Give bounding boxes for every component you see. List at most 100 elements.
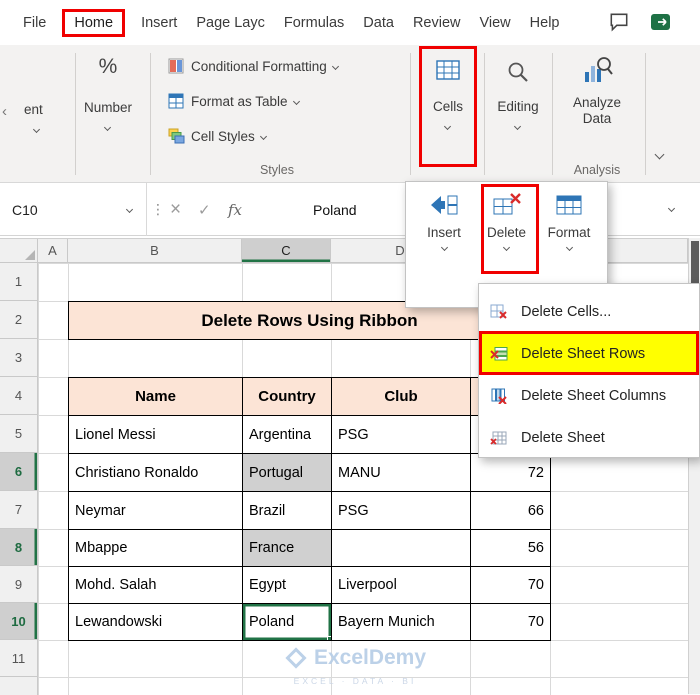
table-header-name[interactable]: Name <box>68 377 243 416</box>
cell-c9[interactable]: Egypt <box>242 566 332 604</box>
comment-icon[interactable] <box>608 11 630 38</box>
conditional-formatting-icon <box>168 58 184 74</box>
row-header-3[interactable]: 3 <box>0 339 38 377</box>
tab-help[interactable]: Help <box>527 11 563 35</box>
group-divider <box>150 53 151 175</box>
formula-input[interactable]: Poland <box>313 183 357 236</box>
cell-d5[interactable]: PSG <box>331 415 471 454</box>
active-cell-value: Poland <box>249 614 295 630</box>
group-divider <box>484 53 485 175</box>
collapsed-group-chevron: ‹ <box>2 103 7 120</box>
watermark-brand: ExcelDemy <box>313 646 427 669</box>
delete-sheet-icon <box>489 430 509 446</box>
menu-insert-button[interactable]: Insert <box>415 192 473 307</box>
insert-function-icon[interactable]: fx <box>228 183 242 236</box>
row-header-1[interactable]: 1 <box>0 263 38 301</box>
row-header-partial[interactable] <box>0 677 38 695</box>
delete-dropdown-menu: Delete Cells... Delete Sheet Rows Delete… <box>478 283 700 458</box>
cell-e10[interactable]: 70 <box>470 603 551 641</box>
chevron-down-icon <box>443 122 452 131</box>
editing-group-button[interactable]: Editing <box>491 99 545 114</box>
tab-view[interactable]: View <box>476 11 513 35</box>
tab-review[interactable]: Review <box>410 11 464 35</box>
tab-home[interactable]: Home <box>62 8 126 37</box>
enter-icon[interactable]: ✓ <box>198 183 211 236</box>
row-header-8[interactable]: 8 <box>0 529 38 566</box>
menu-item-delete-sheet-rows[interactable]: Delete Sheet Rows <box>479 333 699 375</box>
cell-e9[interactable]: 70 <box>470 566 551 604</box>
cell-d6[interactable]: MANU <box>331 453 471 492</box>
cell-b7[interactable]: Neymar <box>68 491 243 530</box>
table-header-country[interactable]: Country <box>242 377 332 416</box>
row-header-6[interactable]: 6 <box>0 453 38 491</box>
button-label: Insert <box>427 225 461 240</box>
more-options-icon[interactable]: ⋮ <box>151 183 165 236</box>
row-header-5[interactable]: 5 <box>0 415 38 453</box>
cell-c6[interactable]: Portugal <box>242 453 332 492</box>
menu-item-label: Delete Cells... <box>521 304 612 320</box>
cell-b5[interactable]: Lionel Messi <box>68 415 243 454</box>
cell-d8[interactable] <box>331 529 471 567</box>
percent-icon[interactable]: % <box>94 55 122 79</box>
cell-c7[interactable]: Brazil <box>242 491 332 530</box>
cell-d7[interactable]: PSG <box>331 491 471 530</box>
cell-styles-icon <box>168 128 185 144</box>
cells-group-button[interactable]: Cells <box>420 99 476 114</box>
conditional-formatting-button[interactable]: Conditional Formatting <box>168 58 339 74</box>
cell-b10[interactable]: Lewandowski <box>68 603 243 641</box>
menu-item-delete-sheet-columns[interactable]: Delete Sheet Columns <box>479 375 699 417</box>
row-header-10[interactable]: 10 <box>0 603 38 640</box>
column-header-a[interactable]: A <box>38 239 68 263</box>
tab-formulas[interactable]: Formulas <box>281 11 347 35</box>
cell-e8[interactable]: 56 <box>470 529 551 567</box>
collapse-ribbon-chevron-icon[interactable] <box>654 149 665 160</box>
cell-e7[interactable]: 66 <box>470 491 551 530</box>
share-icon[interactable] <box>650 11 674 38</box>
select-all-corner[interactable] <box>0 239 38 263</box>
cell-c8[interactable]: France <box>242 529 332 567</box>
menu-item-label: Delete Sheet Columns <box>521 388 667 404</box>
chevron-down-icon <box>103 123 112 132</box>
select-all-triangle-icon <box>25 250 35 260</box>
format-as-table-button[interactable]: Format as Table <box>168 93 300 109</box>
name-box-value: C10 <box>12 201 38 218</box>
cell-c10-active[interactable]: Poland <box>242 603 332 641</box>
cell-c5[interactable]: Argentina <box>242 415 332 454</box>
number-group-button[interactable]: Number <box>80 100 136 115</box>
chevron-down-icon <box>331 62 339 70</box>
menu-item-delete-sheet[interactable]: Delete Sheet <box>479 417 699 459</box>
button-label: Format as Table <box>191 93 288 109</box>
alignment-group-partial-label[interactable]: ent <box>24 102 43 117</box>
column-header-b[interactable]: B <box>68 239 242 263</box>
format-cells-icon <box>556 195 582 215</box>
row-header-11[interactable]: 11 <box>0 640 38 677</box>
table-header-club[interactable]: Club <box>331 377 471 416</box>
row-header-4[interactable]: 4 <box>0 377 38 415</box>
row-header-7[interactable]: 7 <box>0 491 38 529</box>
name-box[interactable]: C10 <box>0 183 147 236</box>
delete-cells-icon <box>493 193 521 215</box>
styles-group-label: Styles <box>259 163 295 177</box>
cell-styles-button[interactable]: Cell Styles <box>168 128 267 144</box>
tab-file[interactable]: File <box>20 11 49 35</box>
row-header-2[interactable]: 2 <box>0 301 38 339</box>
column-header-c[interactable]: C <box>242 239 331 263</box>
analyze-data-button[interactable]: Analyze Data <box>566 95 628 127</box>
cancel-icon[interactable]: × <box>170 183 181 236</box>
tab-data[interactable]: Data <box>360 11 397 35</box>
tab-page-layout[interactable]: Page Layc <box>193 11 268 35</box>
chevron-down-icon <box>259 132 267 140</box>
delete-sheet-columns-icon <box>489 388 509 404</box>
row-header-9[interactable]: 9 <box>0 566 38 603</box>
excel-window: File Home Insert Page Layc Formulas Data… <box>0 0 700 695</box>
menu-item-delete-cells[interactable]: Delete Cells... <box>479 291 699 333</box>
cell-b6[interactable]: Christiano Ronaldo <box>68 453 243 492</box>
cell-d9[interactable]: Liverpool <box>331 566 471 604</box>
expand-formula-bar-icon[interactable] <box>667 204 676 213</box>
cell-d10[interactable]: Bayern Munich <box>331 603 471 641</box>
chevron-down-icon <box>513 122 522 131</box>
exceldemy-logo-icon <box>285 647 307 669</box>
cell-b8[interactable]: Mbappe <box>68 529 243 567</box>
tab-insert[interactable]: Insert <box>138 11 180 35</box>
cell-b9[interactable]: Mohd. Salah <box>68 566 243 604</box>
